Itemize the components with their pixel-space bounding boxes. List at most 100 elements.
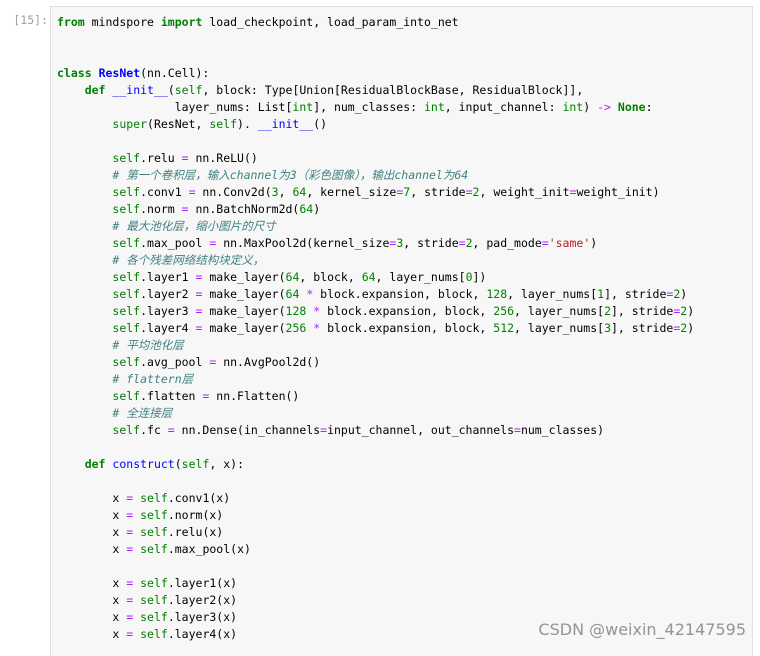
cell-prompt: [15]: bbox=[13, 13, 48, 27]
code-token: nn.AvgPool2d() bbox=[216, 355, 321, 369]
code-token: .max_pool(x) bbox=[167, 542, 251, 556]
code-token: 'same' bbox=[548, 236, 591, 250]
code-token: block.expansion, block, bbox=[320, 304, 494, 318]
code-line: x = self.conv1(x) bbox=[57, 490, 694, 507]
code-token: self bbox=[140, 576, 168, 590]
code-line: x = self.norm(x) bbox=[57, 507, 694, 524]
code-token: , layer_nums[ bbox=[507, 287, 598, 301]
code-token: nn.Flatten() bbox=[209, 389, 300, 403]
code-token: 64 bbox=[285, 287, 300, 301]
code-token: , layer_nums[ bbox=[375, 270, 466, 284]
code-line: x = self.layer2(x) bbox=[57, 592, 694, 609]
code-token: mindspore bbox=[84, 15, 161, 29]
code-token: , layer_nums[ bbox=[514, 304, 605, 318]
code-token: ], stride bbox=[611, 321, 674, 335]
code-token: self bbox=[112, 236, 141, 250]
code-token: 256 bbox=[285, 321, 307, 335]
code-token: make_layer( bbox=[202, 304, 286, 318]
code-token: self bbox=[140, 525, 168, 539]
code-token: .layer2(x) bbox=[167, 593, 238, 607]
code-line: # 第一个卷积层，输入channel为3（彩色图像），输出channel为64 bbox=[57, 167, 694, 184]
code-token: , pad_mode bbox=[472, 236, 542, 250]
code-line: super(ResNet, self). __init__() bbox=[57, 116, 694, 133]
code-cell[interactable]: from mindspore import load_checkpoint, l… bbox=[50, 6, 753, 656]
code-token: self bbox=[112, 355, 141, 369]
code-token: .fc bbox=[140, 423, 168, 437]
code-token: = bbox=[181, 151, 189, 165]
code-token: ) bbox=[583, 100, 598, 114]
code-token: 64 bbox=[292, 185, 307, 199]
code-token: .relu bbox=[140, 151, 182, 165]
code-token: , stride bbox=[410, 185, 466, 199]
code-token: ) bbox=[687, 304, 695, 318]
code-token: 3 bbox=[604, 321, 611, 335]
code-token: ResNet bbox=[98, 66, 141, 80]
code-token: .layer4 bbox=[140, 321, 196, 335]
code-line: # flattern层 bbox=[57, 371, 694, 388]
code-token: self bbox=[140, 491, 168, 505]
code-token: ) bbox=[687, 321, 695, 335]
code-token: , layer_nums[ bbox=[514, 321, 605, 335]
code-token: make_layer( bbox=[202, 270, 286, 284]
code-token: .flatten bbox=[140, 389, 203, 403]
code-token: .layer3(x) bbox=[167, 610, 238, 624]
code-token: block.expansion, block, bbox=[313, 287, 487, 301]
code-token: () bbox=[313, 117, 328, 131]
code-token: self bbox=[140, 542, 168, 556]
code-token: self bbox=[112, 287, 141, 301]
code-token: make_layer( bbox=[202, 287, 286, 301]
code-token: , x): bbox=[209, 457, 244, 471]
code-token: # 各个残差网络结构块定义， bbox=[112, 253, 265, 267]
code-token: __init__ bbox=[112, 83, 168, 97]
code-token: -> bbox=[597, 100, 611, 114]
code-token: x bbox=[57, 542, 127, 556]
code-token: = bbox=[458, 236, 466, 250]
code-line: # 平均池化层 bbox=[57, 337, 694, 354]
code-token: make_layer( bbox=[202, 321, 286, 335]
code-token: num_classes) bbox=[520, 423, 605, 437]
code-line: def __init__(self, block: Type[Union[Res… bbox=[57, 82, 694, 99]
code-token: self bbox=[174, 83, 203, 97]
code-token: input_channel, out_channels bbox=[327, 423, 515, 437]
code-token: int bbox=[292, 100, 314, 114]
code-line: self.flatten = nn.Flatten() bbox=[57, 388, 694, 405]
code-token: .relu(x) bbox=[167, 525, 224, 539]
code-token: x bbox=[57, 627, 127, 641]
code-token: ], stride bbox=[604, 287, 667, 301]
code-token: 512 bbox=[493, 321, 515, 335]
code-token: ( bbox=[167, 83, 175, 97]
code-token: int bbox=[562, 100, 584, 114]
code-token: = bbox=[514, 423, 521, 437]
watermark: CSDN @weixin_42147595 bbox=[538, 620, 746, 639]
code-token: ) bbox=[313, 202, 321, 216]
code-editor[interactable]: from mindspore import load_checkpoint, l… bbox=[57, 14, 694, 643]
code-token: int bbox=[423, 100, 445, 114]
code-token: class bbox=[57, 66, 92, 80]
code-token: 64 bbox=[361, 270, 376, 284]
code-token: __init__ bbox=[257, 117, 314, 131]
code-line: def construct(self, x): bbox=[57, 456, 694, 473]
code-token: 0 bbox=[465, 270, 473, 284]
code-line: self.layer2 = make_layer(64 * block.expa… bbox=[57, 286, 694, 303]
code-token: super bbox=[112, 117, 148, 131]
code-token: x bbox=[57, 610, 127, 624]
code-token: self bbox=[140, 610, 168, 624]
code-token: 128 bbox=[486, 287, 508, 301]
code-token: ], num_classes: bbox=[313, 100, 424, 114]
code-token: .layer3 bbox=[140, 304, 196, 318]
code-token: .norm(x) bbox=[167, 508, 224, 522]
code-token: 64 bbox=[285, 270, 300, 284]
code-line: self.max_pool = nn.MaxPool2d(kernel_size… bbox=[57, 235, 694, 252]
code-token: x bbox=[57, 576, 127, 590]
code-token: self bbox=[140, 508, 168, 522]
code-token: self bbox=[112, 321, 141, 335]
